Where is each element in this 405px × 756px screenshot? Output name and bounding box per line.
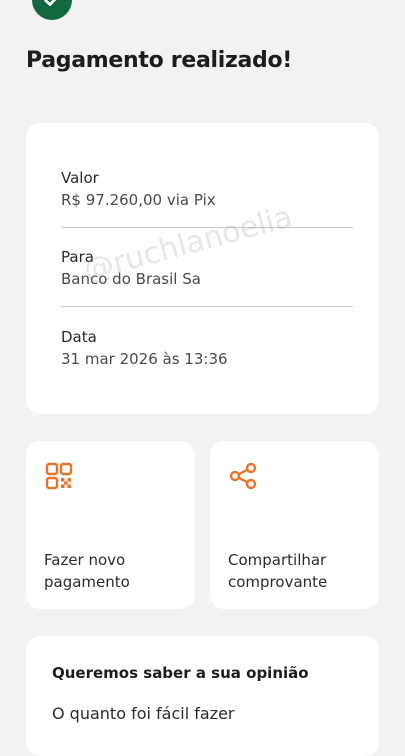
detail-row-para: Para Banco do Brasil Sa bbox=[61, 248, 353, 288]
divider bbox=[61, 227, 353, 228]
survey-question: O quanto foi fácil fazer bbox=[52, 704, 235, 723]
success-check-icon bbox=[32, 0, 72, 20]
detail-value: Banco do Brasil Sa bbox=[61, 270, 201, 288]
action-label-line: Fazer novo bbox=[44, 551, 126, 569]
detail-value: 31 mar 2026 às 13:36 bbox=[61, 350, 228, 368]
new-payment-label: Fazer novo pagamento bbox=[44, 549, 185, 593]
action-label-line: comprovante bbox=[228, 573, 328, 591]
detail-label: Data bbox=[61, 328, 97, 346]
detail-label: Valor bbox=[61, 169, 99, 187]
detail-row-valor: Valor R$ 97.260,00 via Pix bbox=[61, 169, 353, 209]
survey-heading: Queremos saber a sua opinião bbox=[52, 664, 309, 682]
feedback-survey-card: Queremos saber a sua opinião O quanto fo… bbox=[26, 636, 379, 756]
detail-label: Para bbox=[61, 248, 94, 266]
share-receipt-button[interactable]: Compartilhar comprovante bbox=[210, 441, 379, 609]
detail-row-data: Data 31 mar 2026 às 13:36 bbox=[61, 328, 353, 368]
divider bbox=[61, 306, 353, 307]
payment-details-card: Valor R$ 97.260,00 via Pix Para Banco do… bbox=[26, 123, 379, 414]
qr-code-icon bbox=[44, 461, 74, 491]
detail-value: R$ 97.260,00 via Pix bbox=[61, 191, 216, 209]
page-title: Pagamento realizado! bbox=[26, 48, 293, 73]
share-receipt-label: Compartilhar comprovante bbox=[228, 549, 369, 593]
new-payment-button[interactable]: Fazer novo pagamento bbox=[26, 441, 195, 609]
share-icon bbox=[228, 461, 258, 491]
action-label-line: Compartilhar bbox=[228, 551, 327, 569]
action-label-line: pagamento bbox=[44, 573, 130, 591]
